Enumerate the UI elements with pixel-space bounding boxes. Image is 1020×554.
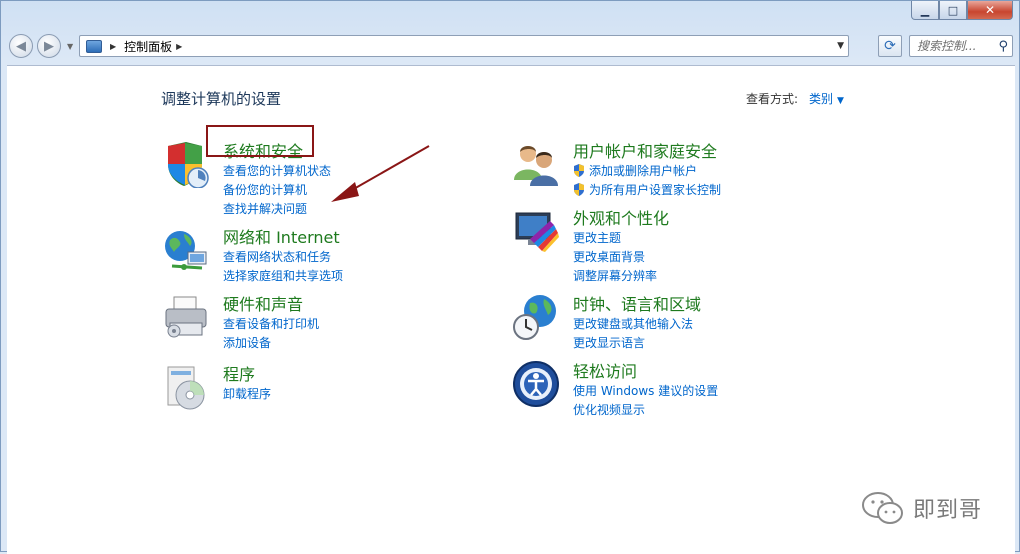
link-text[interactable]: 为所有用户设置家长控制: [589, 183, 721, 197]
main-content: 调整计算机的设置 查看方式: 类别 ▼ 系统和安全 查看您的计算机状态 备份您的计…: [7, 65, 1015, 554]
address-bar[interactable]: ▶ 控制面板 ▶ ▼: [79, 35, 849, 57]
category-title[interactable]: 网络和 Internet: [223, 224, 340, 248]
link-adjust-resolution[interactable]: 调整屏幕分辨率: [573, 267, 657, 286]
annotation-highlight-box: [206, 125, 314, 157]
minimize-button[interactable]: ▁: [911, 1, 939, 20]
link-change-theme[interactable]: 更改主题: [573, 229, 657, 248]
link-change-desktop-background[interactable]: 更改桌面背景: [573, 248, 657, 267]
search-input[interactable]: [915, 38, 993, 54]
display-palette-icon[interactable]: [512, 207, 560, 255]
link-view-network-status[interactable]: 查看网络状态和任务: [223, 248, 343, 267]
control-panel-window: ▁ □ ✕ ◀ ▶ ▼ ▶ 控制面板 ▶ ▼ ⟳ ⚲ 调整计算机的设置 查看方式…: [0, 0, 1020, 554]
address-dropdown-icon[interactable]: ▼: [837, 41, 844, 51]
refresh-icon: ⟳: [884, 38, 896, 54]
arrow-left-icon: ◀: [16, 38, 26, 54]
breadcrumb-chevron-icon[interactable]: ▶: [176, 42, 182, 51]
category-title[interactable]: 程序: [223, 361, 255, 385]
maximize-button[interactable]: □: [939, 1, 967, 20]
link-add-remove-accounts[interactable]: 添加或删除用户帐户: [573, 162, 721, 181]
link-view-computer-status[interactable]: 查看您的计算机状态: [223, 162, 331, 181]
users-icon[interactable]: [512, 140, 560, 188]
breadcrumb-control-panel[interactable]: 控制面板: [124, 38, 172, 55]
category-title[interactable]: 硬件和声音: [223, 291, 303, 315]
watermark-text: 即到哥: [913, 498, 983, 523]
link-uninstall-program[interactable]: 卸载程序: [223, 385, 271, 404]
link-backup-computer[interactable]: 备份您的计算机: [223, 181, 331, 200]
category-title[interactable]: 时钟、语言和区域: [573, 291, 701, 315]
watermark: 即到哥: [861, 491, 982, 525]
clock-globe-icon[interactable]: [512, 293, 560, 341]
search-icon[interactable]: ⚲: [998, 39, 1008, 54]
category-title[interactable]: 用户帐户和家庭安全: [573, 138, 717, 162]
category-title[interactable]: 轻松访问: [573, 358, 637, 382]
link-devices-printers[interactable]: 查看设备和打印机: [223, 315, 319, 334]
maximize-icon: □: [947, 3, 959, 17]
link-homegroup-sharing[interactable]: 选择家庭组和共享选项: [223, 267, 343, 286]
shield-icon[interactable]: [162, 140, 210, 188]
navigation-bar: ◀ ▶ ▼ ▶ 控制面板 ▶ ▼ ⟳ ⚲: [7, 31, 1015, 63]
uac-shield-icon: [574, 164, 584, 177]
back-button[interactable]: ◀: [9, 34, 33, 58]
chevron-down-icon[interactable]: ▼: [837, 96, 844, 106]
arrow-right-icon: ▶: [44, 38, 54, 54]
network-globe-icon[interactable]: [162, 226, 210, 274]
page-title: 调整计算机的设置: [161, 90, 282, 108]
link-change-keyboard[interactable]: 更改键盘或其他输入法: [573, 315, 693, 334]
printer-icon[interactable]: [162, 293, 210, 341]
close-icon: ✕: [984, 3, 996, 17]
search-box[interactable]: ⚲: [909, 35, 1013, 57]
refresh-button[interactable]: ⟳: [878, 35, 902, 57]
annotation-arrow: [331, 145, 430, 202]
link-troubleshoot[interactable]: 查找并解决问题: [223, 200, 331, 219]
control-panel-icon: [86, 39, 102, 53]
caption-buttons: ▁ □ ✕: [911, 1, 1013, 20]
view-by-label: 查看方式:: [746, 92, 799, 106]
link-text[interactable]: 添加或删除用户帐户: [589, 164, 697, 178]
accessibility-icon[interactable]: [512, 360, 560, 408]
link-parental-controls[interactable]: 为所有用户设置家长控制: [573, 181, 721, 200]
category-title[interactable]: 外观和个性化: [573, 205, 669, 229]
link-add-device[interactable]: 添加设备: [223, 334, 319, 353]
programs-disc-icon[interactable]: [162, 363, 210, 411]
uac-shield-icon: [574, 183, 584, 196]
close-button[interactable]: ✕: [967, 1, 1013, 20]
breadcrumb-chevron-icon[interactable]: ▶: [110, 42, 116, 51]
forward-button[interactable]: ▶: [37, 34, 61, 58]
link-optimize-video-display[interactable]: 优化视频显示: [573, 401, 718, 420]
link-change-display-language[interactable]: 更改显示语言: [573, 334, 693, 353]
recent-pages-dropdown[interactable]: ▼: [67, 42, 73, 51]
view-by-dropdown[interactable]: 类别 ▼: [809, 90, 844, 107]
wechat-icon: [862, 492, 903, 524]
view-by-value[interactable]: 类别: [809, 92, 833, 106]
minimize-icon: ▁: [920, 3, 930, 17]
link-windows-recommended-settings[interactable]: 使用 Windows 建议的设置: [573, 382, 718, 401]
